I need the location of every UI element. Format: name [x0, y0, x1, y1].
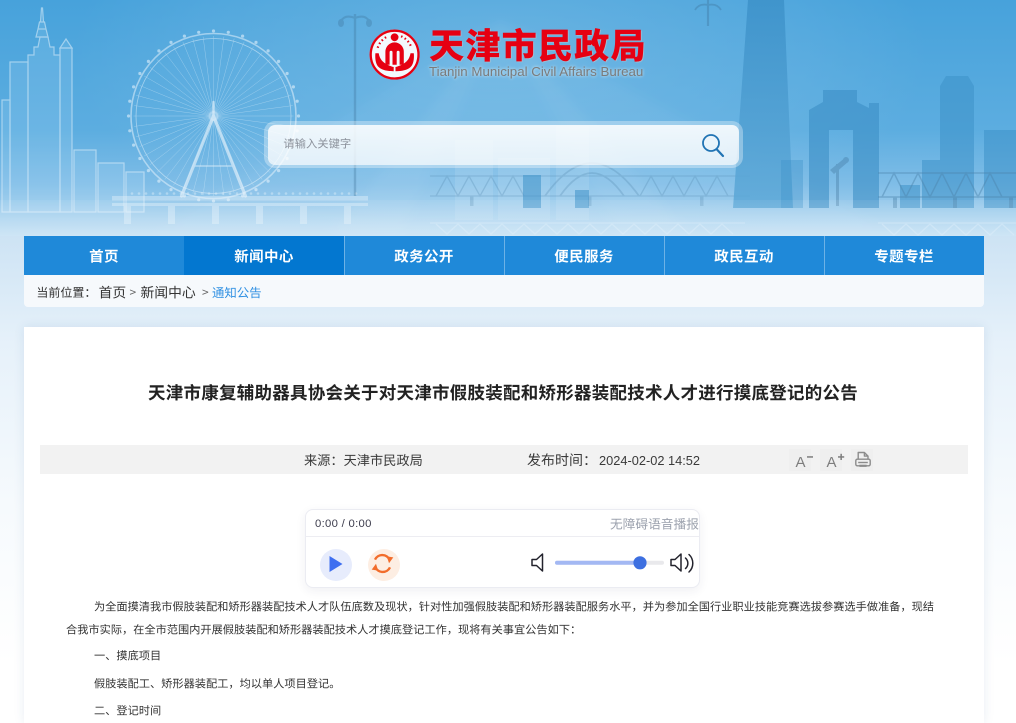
svg-text:A: A: [796, 454, 806, 471]
svg-text:A: A: [827, 454, 837, 471]
